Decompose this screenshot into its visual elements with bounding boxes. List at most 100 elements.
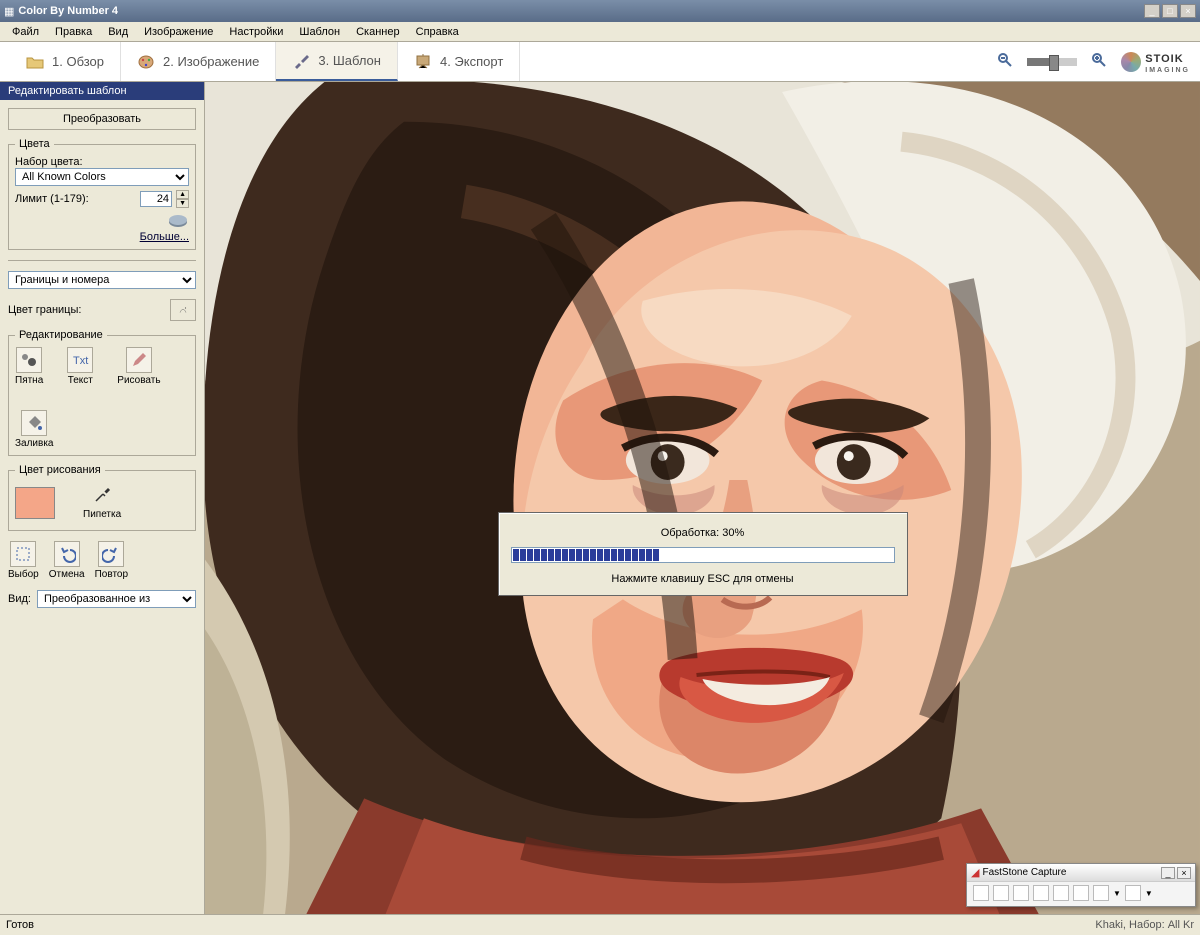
editing-legend: Редактирование — [15, 329, 107, 341]
tool-fill[interactable]: Заливка — [15, 410, 54, 449]
window-minimize-button[interactable]: _ — [1144, 4, 1160, 18]
capture-rect-icon[interactable] — [1013, 885, 1029, 901]
more-link[interactable]: Больше... — [140, 231, 189, 243]
menu-template[interactable]: Шаблон — [291, 24, 348, 40]
capture-fixed-icon[interactable] — [1093, 885, 1109, 901]
menu-help[interactable]: Справка — [408, 24, 467, 40]
easel-icon — [414, 53, 432, 71]
bucket-icon — [21, 410, 47, 436]
folder-icon — [26, 53, 44, 71]
svg-text:Txt: Txt — [73, 355, 88, 367]
window-close-button[interactable]: × — [1180, 4, 1196, 18]
border-color-label: Цвет границы: — [8, 304, 166, 316]
step-tabs: 1. Обзор 2. Изображение 3. Шаблон 4. Экс… — [0, 42, 1200, 82]
brand-name: STOIK — [1145, 53, 1183, 65]
capture-freehand-icon[interactable] — [1033, 885, 1049, 901]
draw-color-legend: Цвет рисования — [15, 464, 105, 476]
faststone-title: FastStone Capture — [982, 867, 1159, 878]
colorset-select[interactable]: All Known Colors — [15, 168, 189, 186]
panel-title: Редактировать шаблон — [0, 82, 204, 100]
view-select[interactable]: Преобразованное из — [37, 590, 196, 608]
text-icon: Txt — [67, 347, 93, 373]
menu-edit[interactable]: Правка — [47, 24, 100, 40]
tool-label: Пипетка — [83, 509, 121, 520]
limit-down-button[interactable]: ▼ — [176, 199, 189, 208]
draw-color-fieldset: Цвет рисования Пипетка — [8, 464, 196, 531]
tool-text[interactable]: Txt Текст — [67, 347, 93, 386]
tool-label: Пятна — [15, 375, 43, 386]
menu-settings[interactable]: Настройки — [221, 24, 291, 40]
tool-pipette[interactable]: Пипетка — [83, 486, 121, 520]
colors-legend: Цвета — [15, 138, 54, 150]
brand-logo: STOIKIMAGING — [1121, 49, 1190, 74]
border-color-button[interactable] — [170, 299, 196, 321]
canvas[interactable]: Обработка: 30% Нажмите клавишу ESC для о… — [205, 82, 1200, 914]
capture-fullscreen-icon[interactable] — [1053, 885, 1069, 901]
zoom-out-icon[interactable] — [997, 52, 1013, 71]
progress-bar — [511, 547, 895, 563]
zoom-slider[interactable] — [1027, 58, 1077, 66]
tab-label: 3. Шаблон — [318, 53, 381, 68]
tool-spots[interactable]: Пятна — [15, 347, 43, 386]
faststone-icon: ◢ — [971, 866, 979, 879]
more-icon — [167, 214, 189, 228]
convert-button[interactable]: Преобразовать — [8, 108, 196, 130]
tab-label: 2. Изображение — [163, 54, 259, 69]
menu-bar: Файл Правка Вид Изображение Настройки Ша… — [0, 22, 1200, 42]
eyedropper-icon — [93, 486, 111, 507]
select-icon — [10, 541, 36, 567]
menu-scanner[interactable]: Сканнер — [348, 24, 408, 40]
posterized-portrait — [205, 82, 1200, 914]
limit-label: Лимит (1-179): — [15, 193, 136, 205]
spots-icon — [16, 347, 42, 373]
menu-image[interactable]: Изображение — [136, 24, 221, 40]
menu-view[interactable]: Вид — [100, 24, 136, 40]
tool-undo[interactable]: Отмена — [49, 541, 85, 580]
tab-label: 4. Экспорт — [440, 54, 503, 69]
limit-input[interactable] — [140, 191, 172, 207]
menu-file[interactable]: Файл — [4, 24, 47, 40]
capture-scroll-icon[interactable] — [1073, 885, 1089, 901]
tool-select[interactable]: Выбор — [8, 541, 39, 580]
window-titlebar: ▦ Color By Number 4 _ □ × — [0, 0, 1200, 22]
zoom-in-icon[interactable] — [1091, 52, 1107, 71]
tab-image[interactable]: 2. Изображение — [121, 42, 276, 81]
tab-export[interactable]: 4. Экспорт — [398, 42, 520, 81]
faststone-titlebar[interactable]: ◢ FastStone Capture _ × — [967, 864, 1195, 882]
draw-color-swatch[interactable] — [15, 487, 55, 519]
tool-label: Рисовать — [117, 375, 160, 386]
borders-select[interactable]: Границы и номера — [8, 271, 196, 289]
dropdown-icon[interactable]: ▼ — [1113, 889, 1121, 898]
faststone-close-button[interactable]: × — [1177, 867, 1191, 879]
faststone-toolbar: ▼ ▼ — [967, 882, 1195, 904]
tool-draw[interactable]: Рисовать — [117, 347, 160, 386]
tool-label: Текст — [68, 375, 93, 386]
brush-icon — [292, 52, 310, 70]
logo-swirl-icon — [1121, 52, 1141, 72]
tab-overview[interactable]: 1. Обзор — [10, 42, 121, 81]
window-maximize-button[interactable]: □ — [1162, 4, 1178, 18]
capture-window-icon[interactable] — [993, 885, 1009, 901]
progress-dialog: Обработка: 30% Нажмите клавишу ESC для о… — [498, 512, 908, 596]
tab-template[interactable]: 3. Шаблон — [276, 42, 398, 81]
pencil-icon — [126, 347, 152, 373]
dropdown-icon[interactable]: ▼ — [1145, 889, 1153, 898]
view-label: Вид: — [8, 593, 31, 605]
faststone-window[interactable]: ◢ FastStone Capture _ × ▼ ▼ — [966, 863, 1196, 907]
tool-redo[interactable]: Повтор — [95, 541, 128, 580]
faststone-minimize-button[interactable]: _ — [1161, 867, 1175, 879]
settings-icon[interactable] — [1125, 885, 1141, 901]
redo-icon — [98, 541, 124, 567]
progress-hint: Нажмите клавишу ESC для отмены — [511, 573, 895, 585]
app-icon: ▦ — [4, 5, 14, 18]
sidebar: Редактировать шаблон Преобразовать Цвета… — [0, 82, 205, 914]
capture-screen-icon[interactable] — [973, 885, 989, 901]
status-right: Khaki, Набор: All Kr — [1095, 919, 1194, 931]
window-title: Color By Number 4 — [14, 5, 1142, 17]
editing-fieldset: Редактирование Пятна Txt Текст Рисовать — [8, 329, 196, 456]
palette-icon — [137, 53, 155, 71]
undo-icon — [54, 541, 80, 567]
limit-up-button[interactable]: ▲ — [176, 190, 189, 199]
status-left: Готов — [6, 919, 1095, 931]
progress-title: Обработка: 30% — [511, 527, 895, 539]
